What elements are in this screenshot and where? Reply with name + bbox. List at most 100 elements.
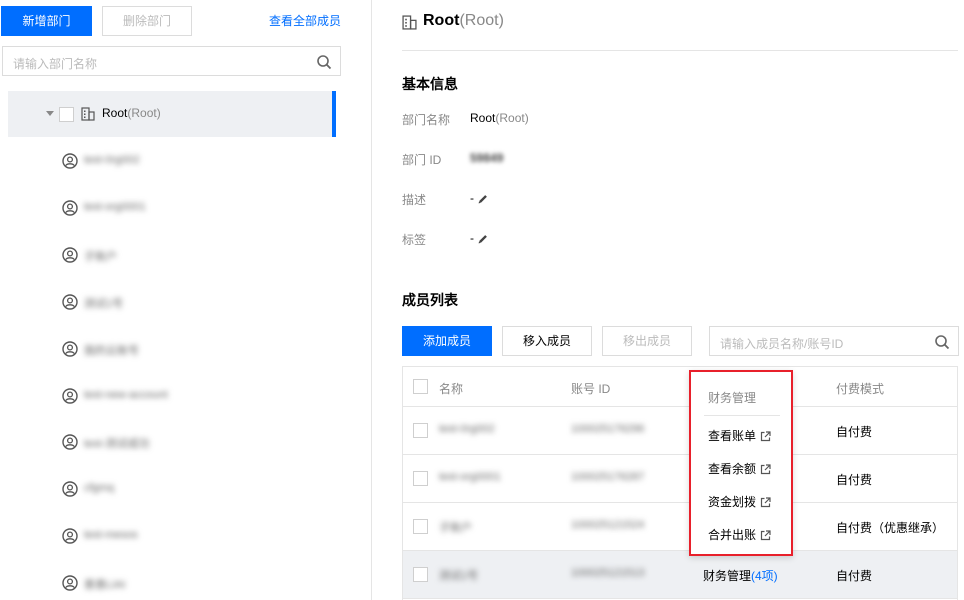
member-name: 子账户 [84, 251, 117, 263]
user-icon [62, 294, 78, 310]
member-name: test-mesos [84, 529, 138, 541]
member-name: 我的云账号 [84, 345, 139, 357]
row-member-name[interactable]: test-org0001 [439, 471, 501, 483]
user-icon [62, 434, 78, 450]
tree-member-item[interactable]: test-new-account [62, 387, 362, 407]
row-finance-management[interactable]: 财务管理(4项) [703, 567, 778, 584]
table-row[interactable]: 子账户 100025121524 自付费（优惠继承） [403, 503, 957, 551]
dept-name-label: 部门名称 [402, 113, 451, 127]
search-icon[interactable] [316, 54, 332, 70]
fund-transfer-link[interactable]: 资金划拨 [708, 493, 771, 510]
tag-text: - [470, 231, 474, 245]
member-search-input[interactable]: 请输入成员名称/账号ID [709, 326, 959, 356]
root-suffix: (Root) [127, 106, 161, 120]
table-row[interactable]: test-org0001 100025176287 自付费 [403, 455, 957, 503]
external-link-icon[interactable] [760, 497, 771, 508]
member-name: test-org0001 [84, 201, 146, 213]
department-tree-panel: 新增部门 删除部门 查看全部成员 请输入部门名称 Root(Root) test… [0, 0, 372, 600]
row-checkbox[interactable] [413, 519, 428, 534]
tree-member-item[interactable]: test-mesos [62, 527, 362, 547]
root-checkbox[interactable] [59, 107, 74, 122]
building-icon [81, 107, 95, 121]
page-title: Root [423, 12, 460, 29]
divider [402, 50, 958, 51]
tree-member-item[interactable]: test-0rg002 [62, 152, 362, 172]
department-search-placeholder: 请输入部门名称 [13, 57, 98, 71]
move-out-member-button[interactable]: 移出成员 [602, 326, 692, 356]
select-all-checkbox[interactable] [413, 379, 428, 394]
add-member-button[interactable]: 添加成员 [402, 326, 492, 356]
external-link-icon[interactable] [760, 464, 771, 475]
chevron-down-icon[interactable] [46, 111, 54, 116]
member-search-placeholder: 请输入成员名称/账号ID [720, 337, 844, 351]
view-balance-link[interactable]: 查看余额 [708, 460, 771, 477]
move-in-member-button[interactable]: 移入成员 [502, 326, 592, 356]
row-member-name[interactable]: 测试1号 [439, 567, 478, 583]
row-account-id: 100025121524 [571, 519, 645, 531]
description-label: 描述 [402, 193, 427, 207]
merged-billing-link[interactable]: 合并出账 [708, 526, 771, 543]
user-icon [62, 388, 78, 404]
tag-label: 标签 [402, 233, 427, 247]
popup-title: 财务管理 [708, 391, 757, 405]
member-table: 名称 账号 ID 付费模式 test-0rg002 100025176296 自… [402, 366, 958, 600]
table-header: 名称 账号 ID 付费模式 [403, 367, 957, 407]
tree-member-item[interactable]: test-org0001 [62, 199, 362, 219]
table-row[interactable]: 测试1号 100025121513 财务管理(4项) 自付费 [403, 551, 957, 599]
tree-member-item[interactable]: 子账户 [62, 246, 362, 266]
view-bill-link[interactable]: 查看账单 [708, 427, 771, 444]
tree-member-item[interactable]: test-测试成功 [62, 433, 362, 453]
row-account-id: 100025176287 [571, 471, 645, 483]
row-pay-mode: 自付费 [836, 473, 873, 487]
dept-name-value: Root(Root) [470, 111, 529, 125]
finance-label[interactable]: 财务管理 [703, 569, 751, 583]
member-name: 善善LIAI [84, 579, 126, 591]
external-link-icon[interactable] [760, 431, 771, 442]
row-checkbox[interactable] [413, 423, 428, 438]
row-member-name[interactable]: 子账户 [439, 519, 472, 535]
row-pay-mode: 自付费 [836, 425, 873, 439]
column-pay-mode: 付费模式 [836, 382, 885, 396]
user-icon [62, 341, 78, 357]
tree-member-item[interactable]: 我的云账号 [62, 340, 362, 360]
row-pay-mode: 自付费 [836, 569, 873, 583]
edit-pencil-icon[interactable] [477, 193, 489, 205]
finance-management-popup: 财务管理 查看账单 查看余额 资金划拨 合并出账 [689, 370, 793, 556]
search-icon[interactable] [934, 334, 950, 350]
tree-node-root[interactable]: Root(Root) [8, 91, 336, 137]
tree-member-item[interactable]: 善善LIAI [62, 574, 362, 594]
user-icon [62, 481, 78, 497]
edit-pencil-icon[interactable] [477, 233, 489, 245]
view-balance-label[interactable]: 查看余额 [708, 462, 756, 476]
user-icon [62, 153, 78, 169]
row-checkbox[interactable] [413, 471, 428, 486]
department-search-input[interactable]: 请输入部门名称 [2, 46, 341, 76]
member-name: test-测试成功 [84, 438, 150, 450]
selected-indicator [332, 91, 336, 137]
view-all-members-link[interactable]: 查看全部成员 [269, 12, 341, 29]
building-icon [402, 15, 417, 30]
row-checkbox[interactable] [413, 567, 428, 582]
basic-info-heading: 基本信息 [402, 76, 458, 92]
external-link-icon[interactable] [760, 530, 771, 541]
table-row[interactable]: test-0rg002 100025176296 自付费 [403, 407, 957, 455]
member-name: test-new-account [84, 389, 168, 401]
row-member-name[interactable]: test-0rg002 [439, 423, 495, 435]
tag-value: - [470, 231, 489, 245]
add-department-button[interactable]: 新增部门 [1, 6, 92, 36]
popup-divider [704, 415, 780, 416]
finance-count[interactable]: (4项) [751, 569, 778, 583]
tree-member-item[interactable]: 测试1号 [62, 293, 362, 313]
fund-transfer-label[interactable]: 资金划拨 [708, 495, 756, 509]
dept-name-text: Root [470, 111, 496, 125]
merged-billing-label[interactable]: 合并出账 [708, 528, 756, 542]
tree-member-item[interactable]: cfgmq [62, 480, 362, 500]
row-pay-mode: 自付费（优惠继承） [836, 521, 945, 535]
delete-department-button[interactable]: 删除部门 [102, 6, 192, 36]
dept-name-suffix: (Root) [495, 111, 529, 125]
user-icon [62, 528, 78, 544]
row-account-id: 100025176296 [571, 423, 645, 435]
dept-id-value: 59849 [470, 151, 504, 165]
user-icon [62, 200, 78, 216]
view-bill-label[interactable]: 查看账单 [708, 429, 756, 443]
